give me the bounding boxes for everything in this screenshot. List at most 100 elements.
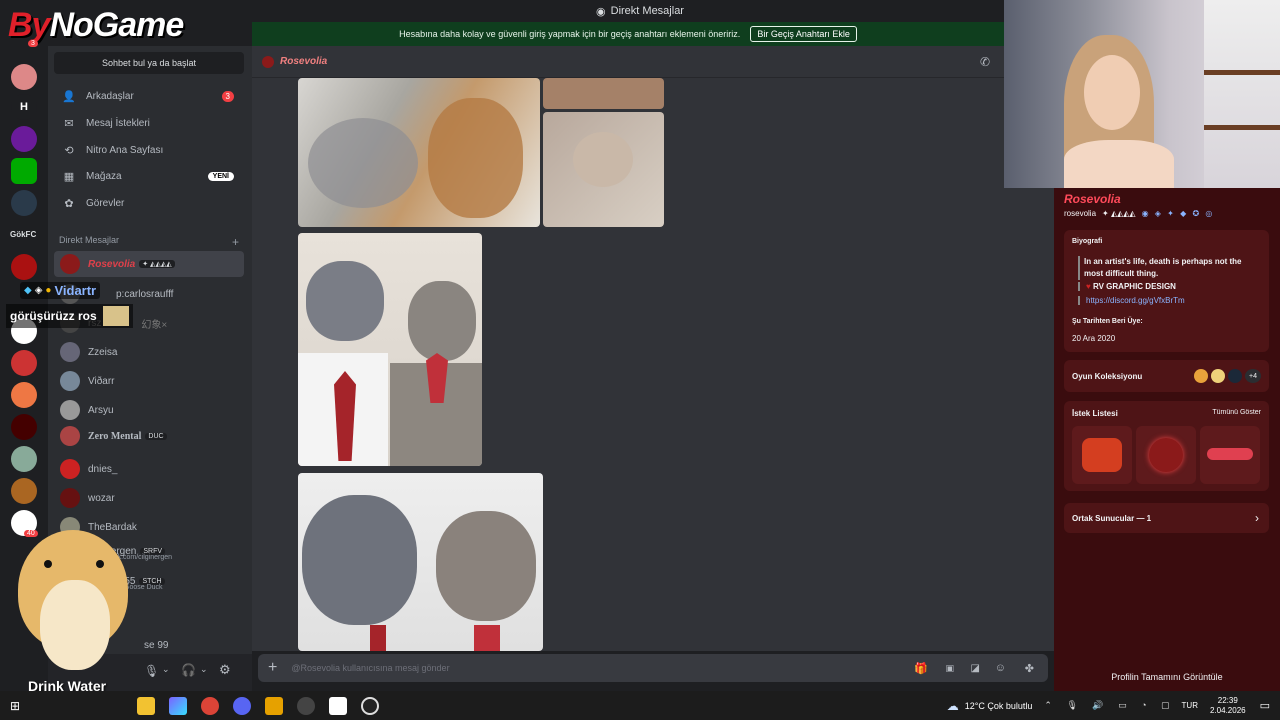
obs-icon[interactable] xyxy=(361,696,380,715)
apps-icon[interactable]: ✤ xyxy=(1025,662,1034,675)
bio-line-1: In an artist's life, death is perhaps no… xyxy=(1078,256,1260,280)
server-avatar-7[interactable] xyxy=(11,350,37,376)
server-avatar-10[interactable] xyxy=(11,446,37,472)
server-avatar-4[interactable] xyxy=(11,190,37,216)
emoji-icon[interactable]: ☺ xyxy=(995,662,1006,674)
mutual-servers-card[interactable]: Ortak Sunucular — 1 › xyxy=(1064,503,1269,533)
server-avatar-11[interactable] xyxy=(11,478,37,504)
server-avatar-8[interactable] xyxy=(11,382,37,408)
view-full-profile-button[interactable]: Profilin Tamamını Görüntüle xyxy=(1054,672,1280,682)
dm-search-button[interactable]: Sohbet bul ya da başlat xyxy=(54,52,244,74)
windows-start-icon[interactable]: ⊞ xyxy=(10,699,20,713)
settings-gear-icon[interactable]: ⚙ xyxy=(219,662,231,678)
dm-section-header: Direkt Mesajlar + xyxy=(59,235,239,249)
server-avatar-2[interactable] xyxy=(11,126,37,152)
chevron-down-icon[interactable]: ⌄ xyxy=(200,664,208,675)
add-attachment-icon[interactable]: + xyxy=(268,659,277,677)
recipient-name[interactable]: Rosevolia xyxy=(280,56,327,67)
stream-chat-overlay: ◆ ◈ ● Vidartr görüşürüzz ros xyxy=(0,282,300,332)
chevron-down-icon[interactable]: ⌄ xyxy=(162,664,170,675)
add-dm-button[interactable]: + xyxy=(232,235,239,249)
avatar xyxy=(60,459,80,479)
headphones-icon[interactable]: 🎧 xyxy=(181,663,196,677)
logo-badge: 3 xyxy=(28,40,38,47)
dm-item-zzeisa[interactable]: Zzeisa xyxy=(54,339,244,365)
cats-with-ties-image[interactable] xyxy=(298,233,482,466)
streamer-webcam xyxy=(1004,0,1280,188)
server-h[interactable]: H xyxy=(11,94,37,120)
wishlist-item-1[interactable] xyxy=(1072,426,1132,484)
game-icon xyxy=(1194,369,1208,383)
dm-item-vidarr[interactable]: Viðarr xyxy=(54,368,244,394)
nav-nitro[interactable]: ⟲ Nitro Ana Sayfası xyxy=(54,138,244,162)
chrome-icon[interactable] xyxy=(201,696,220,715)
avatar xyxy=(60,426,80,446)
games-more-badge: +4 xyxy=(1245,369,1261,383)
gift-icon[interactable]: 🎁 xyxy=(914,662,928,675)
drink-water-overlay: Drink Water xyxy=(0,520,140,720)
bio-title: Biyografi xyxy=(1072,238,1103,245)
nav-quests[interactable]: ✿ Görevler xyxy=(54,191,244,215)
app-icon[interactable] xyxy=(265,696,284,715)
profile-username: rosevolia xyxy=(1064,209,1097,218)
server-avatar-5[interactable] xyxy=(11,254,37,280)
dm-item-arsyu[interactable]: Arsyu xyxy=(54,397,244,423)
dm-item-zero-mental[interactable]: Zero Mental DUC xyxy=(54,423,244,449)
mic-icon[interactable]: 🎙 xyxy=(144,664,159,678)
dm-item-dnies[interactable]: dnies_ xyxy=(54,456,244,482)
avatar xyxy=(60,488,80,508)
app-icon[interactable] xyxy=(169,696,188,715)
overlay-chat-user: Vidartr xyxy=(54,283,97,298)
wishlist-card: İstek Listesi Tümünü Göster xyxy=(1064,401,1269,491)
chevron-right-icon: › xyxy=(1255,511,1259,525)
game-icon xyxy=(1211,369,1225,383)
profile-username-row: rosevolia ✦ ◭◭◭◭ ◉ ◈ ✦ ◆ ✪ ◎ xyxy=(1064,209,1214,218)
recipient-avatar xyxy=(262,55,274,68)
capcut-icon[interactable] xyxy=(329,696,348,715)
media-player-icon[interactable] xyxy=(297,696,316,715)
tray-icons[interactable]: ⌃ 🎙 🔊 ▭ ◔ ▢ xyxy=(1044,700,1175,711)
chat-header: Rosevolia ✆ xyxy=(252,46,1004,78)
wishlist-show-all[interactable]: Tümünü Göster xyxy=(1212,409,1261,416)
new-badge: YENİ xyxy=(207,171,234,181)
notification-icon[interactable]: ▭ xyxy=(1260,699,1270,712)
avatar xyxy=(60,400,80,420)
nav-shop[interactable]: ▦ Mağaza YENİ xyxy=(54,164,244,188)
dm-item-wozar[interactable]: wozar xyxy=(54,485,244,511)
weather-text[interactable]: 12°C Çok bulutlu xyxy=(965,701,1033,711)
message-list xyxy=(252,78,1054,651)
profile-username-tag: ✦ ◭◭◭◭ xyxy=(1102,209,1136,218)
game-collection-card[interactable]: Oyun Koleksiyonu +4 xyxy=(1064,360,1269,392)
nav-friends[interactable]: 👤 Arkadaşlar 3 xyxy=(54,84,244,108)
overlay-chat-message: görüşürüzz ros xyxy=(6,304,133,328)
dm-item-rosevolia[interactable]: Rosevolia ✦ ◭◭◭◭ xyxy=(54,251,244,277)
weather-icon[interactable]: ☁ xyxy=(947,699,959,713)
message-input[interactable]: @Rosevolia kullanıcısına mesaj gönder xyxy=(291,663,449,673)
discord-icon: ◉ xyxy=(596,5,606,18)
message-composer[interactable]: + @Rosevolia kullanıcısına mesaj gönder … xyxy=(258,654,1048,682)
add-passkey-button[interactable]: Bir Geçiş Anahtarı Ekle xyxy=(750,26,857,42)
wishlist-item-3[interactable] xyxy=(1200,426,1260,484)
language-indicator[interactable]: TUR xyxy=(1182,701,1198,710)
file-explorer-icon[interactable] xyxy=(137,696,156,715)
server-avatar-9[interactable] xyxy=(11,414,37,440)
cats-closeup-image[interactable] xyxy=(298,473,543,651)
nav-message-requests[interactable]: ✉ Mesaj İstekleri xyxy=(54,111,244,135)
voice-call-icon[interactable]: ✆ xyxy=(980,55,990,69)
cat-image-top-right[interactable] xyxy=(543,78,664,109)
server-avatar-1[interactable] xyxy=(11,64,37,90)
avatar xyxy=(60,254,80,274)
discord-taskbar-icon[interactable] xyxy=(233,696,252,715)
clock[interactable]: 22:39 2.04.2026 xyxy=(1210,696,1246,716)
heart-icon: ♥ xyxy=(1086,282,1091,291)
sticker-icon[interactable]: ◪ xyxy=(971,663,980,674)
wishlist-item-2[interactable] xyxy=(1136,426,1196,484)
kitten-image[interactable] xyxy=(543,112,664,227)
cat-bread-image[interactable] xyxy=(298,78,540,227)
server-gokfc-label[interactable]: GökFC xyxy=(10,230,36,239)
gif-icon[interactable]: ▣ xyxy=(945,663,954,674)
bio-link[interactable]: https://discord.gg/gVfxBrTm xyxy=(1078,296,1185,305)
avatar xyxy=(60,342,80,362)
server-avatar-3[interactable] xyxy=(11,158,37,184)
windows-taskbar: ⊞ ☁ 12°C Çok bulutlu ⌃ 🎙 🔊 ▭ ◔ ▢ TUR 22:… xyxy=(0,691,1280,720)
